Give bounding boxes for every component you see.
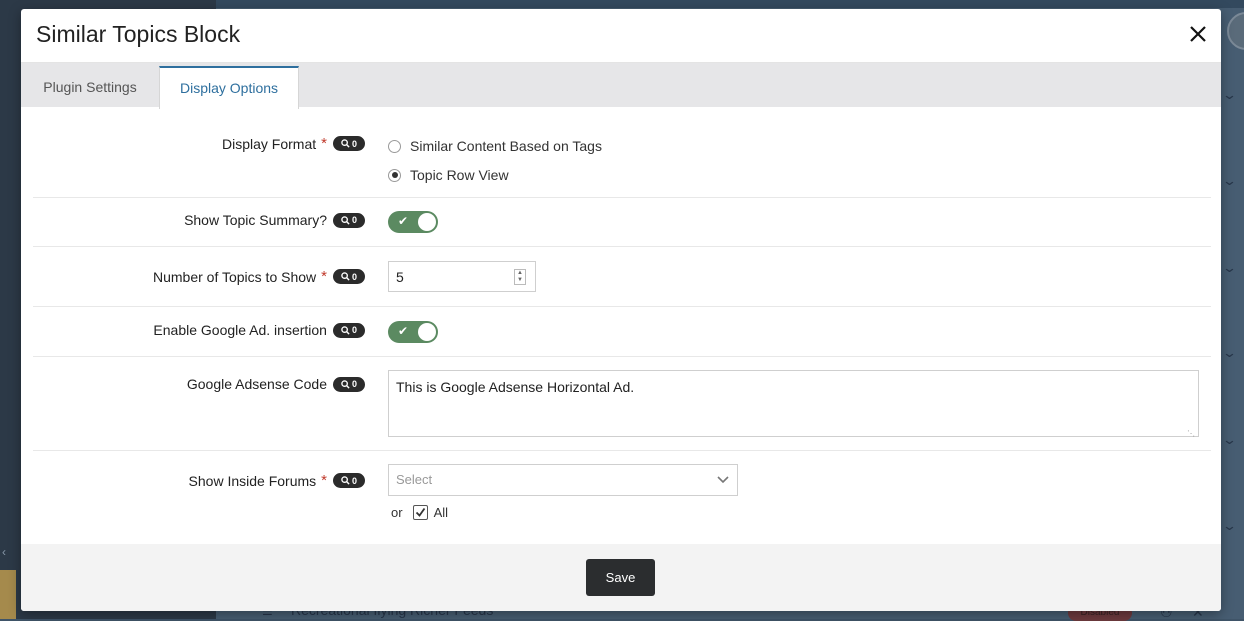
enable-google-ad-label: Enable Google Ad. insertion (153, 322, 327, 338)
show-topic-summary-label-group: Show Topic Summary? 0 (184, 212, 365, 228)
background-chevron-down-icon: ⌄ (1221, 260, 1238, 275)
search-count-badge[interactable]: 0 (332, 322, 365, 338)
number-of-topics-input-wrap: ▲ ▼ (388, 261, 536, 292)
radio-button-checked[interactable] (388, 168, 401, 182)
toggle-knob (418, 323, 436, 341)
number-of-topics-label-group: Number of Topics to Show * 0 (153, 268, 365, 285)
search-icon (341, 215, 350, 225)
background-chevron-down-icon: ⌄ (1221, 87, 1238, 102)
display-format-row: Display Format * 0 Similar Content Based… (33, 107, 1211, 198)
show-inside-forums-label: Show Inside Forums (188, 472, 317, 489)
search-count: 0 (351, 475, 357, 486)
check-icon: ✔ (398, 214, 409, 228)
tab-bar: Plugin Settings Display Options (21, 63, 1221, 109)
show-topic-summary-label: Show Topic Summary? (184, 212, 327, 228)
save-button[interactable]: Save (586, 559, 655, 596)
background-chevron-down-icon: ⌄ (1221, 432, 1238, 447)
background-chevron-down-icon: ⌄ (1221, 518, 1238, 533)
check-icon (415, 507, 425, 517)
number-stepper[interactable]: ▲ ▼ (514, 269, 526, 285)
background-chevron-down-icon: ⌄ (1221, 345, 1238, 360)
radio-label: Topic Row View (410, 167, 509, 183)
check-icon: ✔ (398, 324, 409, 338)
background-chevron-down-icon: ⌄ (1221, 173, 1238, 188)
similar-topics-modal: Similar Topics Block Plugin Settings Dis… (21, 9, 1221, 611)
search-count-badge[interactable]: 0 (332, 136, 365, 151)
search-count-badge[interactable]: 0 (332, 212, 365, 228)
show-topic-summary-toggle[interactable]: ✔ (388, 211, 438, 233)
modal-title: Similar Topics Block (36, 21, 241, 47)
show-topic-summary-row: Show Topic Summary? 0 ✔ (33, 198, 1211, 247)
search-icon (341, 476, 350, 485)
search-icon (341, 272, 350, 281)
search-icon (341, 139, 350, 148)
close-icon (1190, 26, 1206, 42)
search-count-badge[interactable]: 0 (332, 473, 365, 488)
close-button[interactable] (1185, 21, 1211, 47)
modal-footer: Save (21, 544, 1221, 611)
search-count-badge[interactable]: 0 (332, 376, 365, 392)
search-icon (341, 325, 350, 335)
forums-select[interactable]: Select (388, 464, 738, 496)
modal-header: Similar Topics Block (21, 9, 1221, 63)
display-format-label: Display Format (222, 135, 317, 152)
number-of-topics-row: Number of Topics to Show * 0 ▲ ▼ (33, 247, 1211, 307)
resize-handle-icon[interactable]: ⋱ (1187, 429, 1195, 438)
radio-similar-content[interactable]: Similar Content Based on Tags (388, 136, 602, 156)
enable-google-ad-toggle[interactable]: ✔ (388, 321, 438, 343)
google-adsense-row: Google Adsense Code 0 This is Google Ads… (33, 357, 1211, 451)
search-count: 0 (351, 215, 357, 225)
tab-plugin-settings[interactable]: Plugin Settings (21, 67, 159, 107)
all-forums-checkbox[interactable] (412, 505, 428, 520)
search-icon (341, 379, 350, 389)
number-of-topics-input[interactable] (389, 262, 506, 291)
all-label: All (433, 505, 449, 520)
required-marker: * (321, 268, 327, 285)
toggle-knob (418, 213, 436, 231)
radio-topic-row-view[interactable]: Topic Row View (388, 165, 602, 185)
stepper-up-icon[interactable]: ▲ (515, 270, 525, 277)
search-count: 0 (351, 325, 357, 335)
google-adsense-label: Google Adsense Code (186, 376, 327, 392)
tab-display-options[interactable]: Display Options (159, 66, 299, 109)
required-marker: * (321, 135, 327, 152)
background-header (216, 0, 1244, 8)
enable-google-ad-row: Enable Google Ad. insertion 0 ✔ (33, 307, 1211, 357)
background-collapse-icon: ‹ (2, 545, 6, 559)
select-placeholder: Select (396, 472, 433, 487)
search-count: 0 (351, 138, 357, 149)
search-count: 0 (351, 271, 357, 282)
google-adsense-textarea[interactable]: This is Google Adsense Horizontal Ad. (388, 370, 1199, 437)
radio-label: Similar Content Based on Tags (410, 138, 602, 154)
all-forums-option: or All (391, 505, 738, 520)
settings-form: Display Format * 0 Similar Content Based… (33, 107, 1211, 547)
search-count-badge[interactable]: 0 (332, 269, 365, 284)
radio-button[interactable] (388, 139, 401, 153)
number-of-topics-label: Number of Topics to Show (152, 268, 317, 285)
show-inside-forums-row: Show Inside Forums * 0 Select or All (33, 451, 1211, 547)
display-format-radio-group: Similar Content Based on Tags Topic Row … (388, 136, 602, 185)
display-format-label-group: Display Format * 0 (222, 135, 365, 152)
search-count: 0 (351, 379, 357, 389)
enable-google-ad-label-group: Enable Google Ad. insertion 0 (153, 322, 365, 338)
or-text: or (391, 505, 403, 520)
chevron-down-icon (717, 476, 729, 484)
stepper-down-icon[interactable]: ▼ (515, 277, 525, 284)
required-marker: * (321, 472, 327, 489)
background-thumbnail (0, 570, 16, 619)
google-adsense-label-group: Google Adsense Code 0 (187, 376, 365, 392)
show-inside-forums-label-group: Show Inside Forums * 0 (189, 472, 365, 489)
